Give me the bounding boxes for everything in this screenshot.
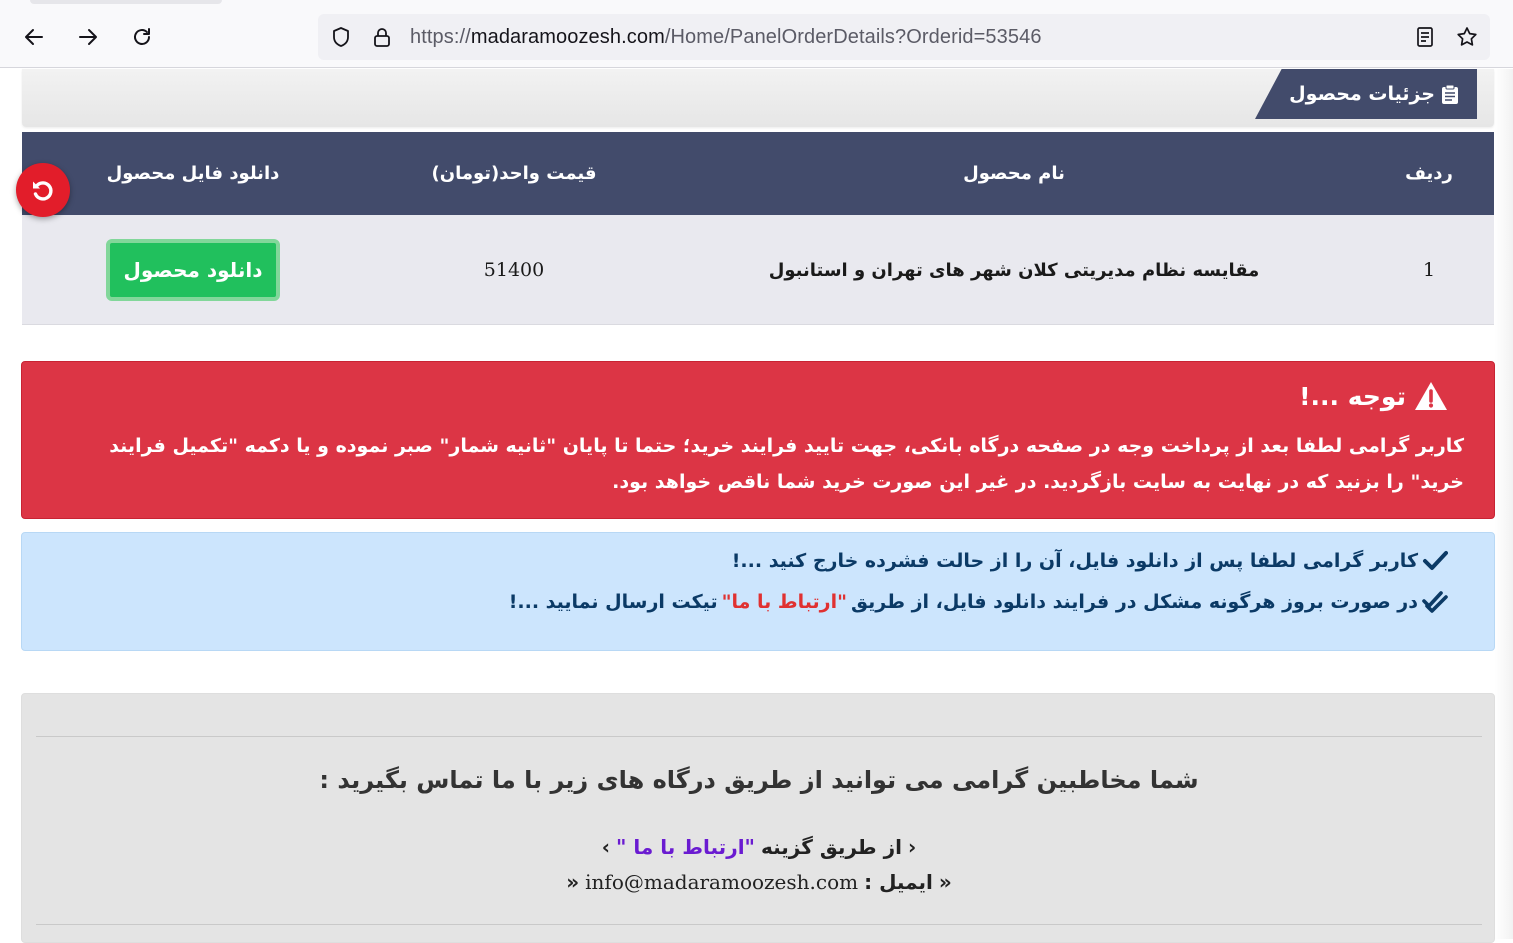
warning-body: کاربر گرامی لطفا بعد از پرداخت وجه در صف… (109, 435, 1464, 493)
url-text[interactable]: https://madaramoozesh.com/Home/PanelOrde… (410, 26, 1042, 49)
info-line-2-suffix: تیکت ارسال نمایید ...! (508, 591, 718, 613)
shield-icon[interactable] (329, 25, 353, 49)
divider (36, 736, 1482, 737)
contact-us-link[interactable]: "ارتباط با ما" (722, 591, 847, 613)
header-ribbon: جزئیات محصول (1255, 69, 1477, 119)
chevron-right-icon: › (601, 835, 611, 859)
download-product-button[interactable]: دانلود محصول (106, 239, 280, 301)
reader-view-icon[interactable] (1413, 25, 1437, 49)
contact-us-option-link[interactable]: "ارتباط با ما " (616, 835, 755, 859)
scrollbar-track[interactable] (1495, 69, 1513, 939)
table-header: ردیف نام محصول قیمت واحد(تومان) دانلود ف… (22, 132, 1494, 215)
contact-section: شما مخاطبین گرامی می توانید از طریق درگا… (21, 693, 1495, 943)
table-row: 1 مقایسه نظام مدیریتی کلان شهر های تهران… (22, 215, 1494, 325)
info-alert: کاربر گرامی لطفا پس از دانلود فایل، آن ر… (21, 532, 1495, 651)
url-bar[interactable]: https://madaramoozesh.com/Home/PanelOrde… (318, 14, 1490, 60)
order-table: ردیف نام محصول قیمت واحد(تومان) دانلود ف… (22, 132, 1494, 325)
double-check-icon (1422, 591, 1448, 613)
contact-title: شما مخاطبین گرامی می توانید از طریق درگا… (319, 766, 1199, 794)
forward-arrow-icon[interactable] (71, 20, 105, 54)
column-header-price: قیمت واحد(تومان) (431, 163, 597, 184)
email-label: ایمیل : (864, 870, 933, 894)
chevron-left-icon: ‹ (907, 835, 917, 859)
page-title: جزئیات محصول (1289, 83, 1435, 105)
cell-row-number: 1 (1422, 259, 1436, 281)
lock-icon[interactable] (370, 25, 394, 49)
bookmark-star-icon[interactable] (1455, 25, 1479, 49)
undo-icon (33, 181, 53, 201)
warning-triangle-icon (1415, 382, 1447, 410)
reload-icon[interactable] (125, 20, 159, 54)
info-line-1-text: کاربر گرامی لطفا پس از دانلود فایل، آن ر… (731, 550, 1418, 572)
warning-title-text: توجه ...! (1299, 381, 1406, 411)
column-header-download: دانلود فایل محصول (106, 163, 280, 184)
contact-option-line: ‹ از طریق گزینه "ارتباط با ما " › (22, 835, 1496, 859)
column-header-name: نام محصول (963, 163, 1065, 184)
check-icon (1423, 551, 1448, 570)
email-address[interactable]: info@madaramoozesh.com (585, 870, 858, 894)
browser-tab[interactable] (30, 0, 222, 4)
warning-alert: توجه ...! کاربر گرامی لطفا بعد از پرداخت… (21, 361, 1495, 519)
double-chevron-icon: « (566, 870, 580, 894)
cell-product-name: مقایسه نظام مدیریتی کلان شهر های تهران و… (768, 259, 1260, 281)
column-header-row: ردیف (1405, 163, 1453, 184)
double-chevron-icon: « (938, 870, 952, 894)
back-arrow-icon[interactable] (17, 20, 51, 54)
clipboard-icon (1442, 84, 1458, 104)
info-line-2-text: در صورت بروز هرگونه مشکل در فرایند دانلو… (850, 591, 1418, 613)
product-details-header: جزئیات محصول (22, 69, 1494, 127)
contact-email-line: « ایمیل : info@madaramoozesh.com « (22, 870, 1496, 894)
info-line-support: در صورت بروز هرگونه مشکل در فرایند دانلو… (509, 591, 1448, 613)
cell-unit-price: 51400 (483, 259, 545, 281)
contact-option-prefix: از طریق گزینه (760, 835, 902, 859)
browser-toolbar: https://madaramoozesh.com/Home/PanelOrde… (0, 0, 1513, 68)
divider (36, 924, 1482, 925)
back-button[interactable] (16, 163, 70, 217)
info-line-extract: کاربر گرامی لطفا پس از دانلود فایل، آن ر… (732, 550, 1448, 572)
page-content: جزئیات محصول ردیف نام محصول قیمت واحد(تو… (0, 69, 1513, 943)
cell-download: دانلود محصول (22, 215, 364, 325)
warning-title: توجه ...! (1299, 380, 1448, 412)
